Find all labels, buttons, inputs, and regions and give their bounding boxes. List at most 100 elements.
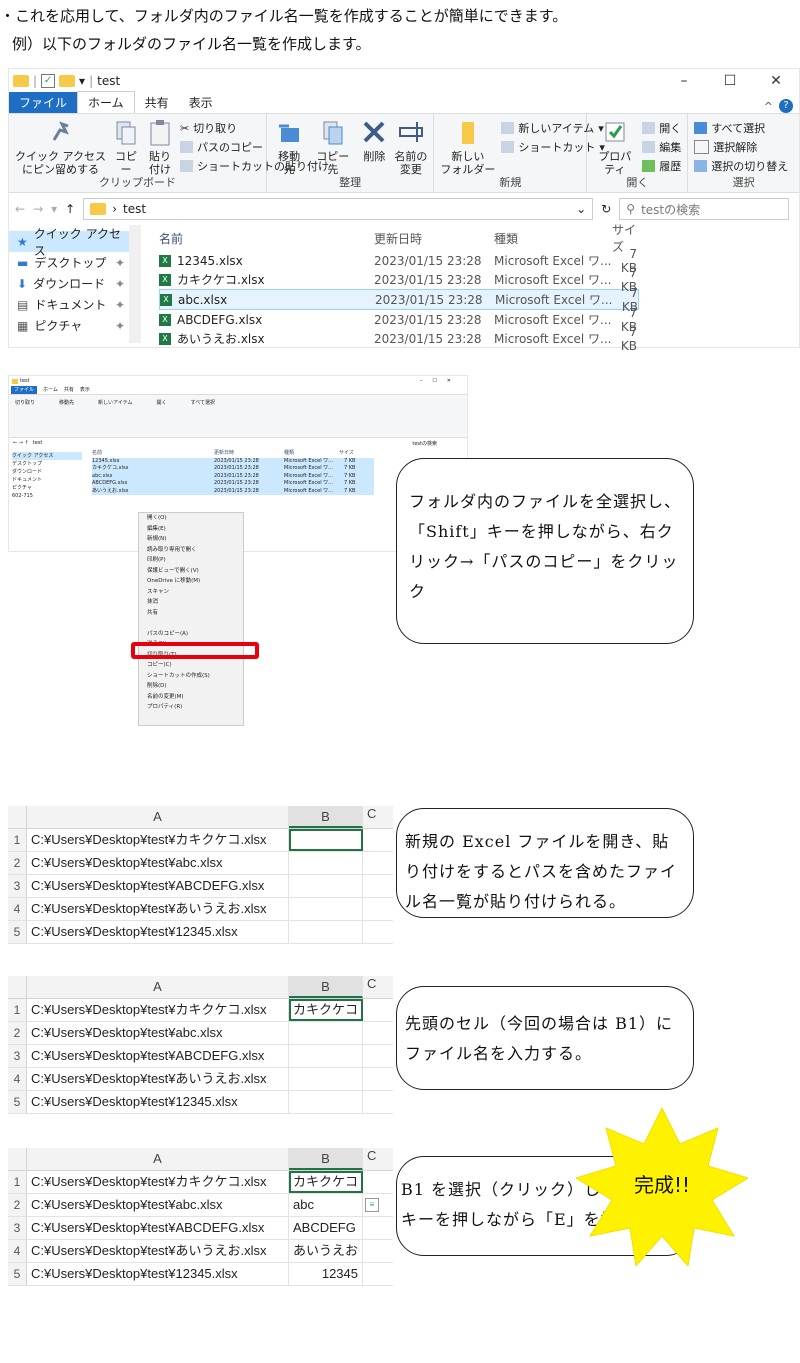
copy-button[interactable]: コピー bbox=[112, 118, 140, 176]
move-to-button[interactable]: 移動先 bbox=[273, 118, 305, 176]
nav-item-pictures[interactable]: ▦ ピクチャ ✦ bbox=[9, 315, 129, 336]
menu-item[interactable] bbox=[139, 618, 243, 629]
column-header-a[interactable]: A bbox=[27, 1148, 289, 1170]
menu-item[interactable]: 抹消 bbox=[139, 597, 243, 608]
select-none-button[interactable]: 選択解除 bbox=[694, 139, 788, 155]
column-header-c[interactable]: C bbox=[363, 976, 393, 998]
cell-a3[interactable]: C:¥Users¥Desktop¥test¥ABCDEFG.xlsx bbox=[27, 875, 289, 897]
cell-a3[interactable]: C:¥Users¥Desktop¥test¥ABCDEFG.xlsx bbox=[27, 1217, 289, 1239]
menu-item-copy-path[interactable]: パスのコピー(A) bbox=[139, 629, 243, 640]
back-icon[interactable]: ← bbox=[15, 202, 25, 216]
up-icon[interactable]: ↑ bbox=[65, 202, 75, 216]
tab-home[interactable]: ホーム bbox=[77, 91, 135, 113]
pin-button[interactable]: クイック アクセス にピン留めする bbox=[15, 118, 106, 176]
minimize-button[interactable]: – bbox=[661, 73, 707, 89]
cell-a1[interactable]: C:¥Users¥Desktop¥test¥カキクケコ.xlsx bbox=[27, 999, 289, 1021]
tab-view[interactable]: 表示 bbox=[179, 92, 223, 113]
cell-b3[interactable]: ABCDEFG bbox=[289, 1217, 363, 1239]
select-all-button[interactable]: すべて選択 bbox=[694, 120, 788, 136]
select-all-corner[interactable] bbox=[8, 1148, 27, 1170]
cell-a3[interactable]: C:¥Users¥Desktop¥test¥ABCDEFG.xlsx bbox=[27, 1045, 289, 1067]
file-row[interactable]: X カキクケコ.xlsx 2023/01/15 23:28 Microsoft Exc… bbox=[159, 266, 799, 294]
column-header-b[interactable]: B bbox=[289, 1148, 363, 1170]
address-bar[interactable]: › test ⌄ bbox=[83, 198, 594, 220]
search-input[interactable]: ⚲ testの検索 bbox=[619, 198, 790, 220]
history-button[interactable]: 履歴 bbox=[642, 158, 681, 174]
cell-a1[interactable]: C:¥Users¥Desktop¥test¥カキクケコ.xlsx bbox=[27, 829, 289, 851]
cell-a4[interactable]: C:¥Users¥Desktop¥test¥あいうえお.xlsx bbox=[27, 1240, 289, 1262]
maximize-button[interactable]: ☐ bbox=[707, 73, 753, 89]
column-type[interactable]: 種類 bbox=[494, 230, 612, 247]
cell-a1[interactable]: C:¥Users¥Desktop¥test¥カキクケコ.xlsx bbox=[27, 1171, 289, 1193]
cell-a2[interactable]: C:¥Users¥Desktop¥test¥abc.xlsx bbox=[27, 1194, 289, 1216]
nav-scrollbar[interactable] bbox=[129, 225, 141, 343]
column-header-a[interactable]: A bbox=[27, 806, 289, 828]
tab-share[interactable]: 共有 bbox=[135, 92, 179, 113]
invert-selection-button[interactable]: 選択の切り替え bbox=[694, 158, 788, 174]
cell-b2[interactable]: abc bbox=[289, 1194, 363, 1216]
menu-item[interactable]: 編集(E) bbox=[139, 524, 243, 535]
copy-to-button[interactable]: コピー先 bbox=[311, 118, 354, 176]
menu-item[interactable]: 新規(N) bbox=[139, 534, 243, 545]
recent-dropdown-icon[interactable]: ▾ bbox=[51, 202, 57, 216]
cell-b3[interactable] bbox=[289, 875, 363, 897]
menu-item[interactable]: 削除(D) bbox=[139, 681, 243, 692]
new-folder-button[interactable]: 新しい フォルダー bbox=[440, 118, 495, 176]
paste-button[interactable]: 貼り付け bbox=[146, 118, 174, 176]
select-all-corner[interactable] bbox=[8, 976, 27, 998]
cell-a5[interactable]: C:¥Users¥Desktop¥test¥12345.xlsx bbox=[27, 1091, 289, 1113]
properties-button[interactable]: プロパティ bbox=[593, 118, 636, 176]
file-row-selected[interactable]: Xabc.xlsx 2023/01/15 23:28 Microsoft Excel… bbox=[159, 286, 639, 314]
new-folder-icon[interactable] bbox=[59, 75, 76, 87]
menu-item[interactable]: 印刷(P) bbox=[139, 555, 243, 566]
chevron-down-icon[interactable]: ⌄ bbox=[576, 202, 586, 216]
cell-b5[interactable]: 12345 bbox=[289, 1263, 363, 1285]
column-header-b[interactable]: B bbox=[289, 976, 363, 998]
menu-item[interactable]: OneDrive に移動(M) bbox=[139, 576, 243, 587]
column-header-b[interactable]: B bbox=[289, 806, 363, 828]
cell-b5[interactable] bbox=[289, 921, 363, 943]
cell-a5[interactable]: C:¥Users¥Desktop¥test¥12345.xlsx bbox=[27, 921, 289, 943]
cell-a4[interactable]: C:¥Users¥Desktop¥test¥あいうえお.xlsx bbox=[27, 1068, 289, 1090]
delete-button[interactable]: 削除 bbox=[360, 118, 388, 163]
cell-a2[interactable]: C:¥Users¥Desktop¥test¥abc.xlsx bbox=[27, 1022, 289, 1044]
tab-file[interactable]: ファイル bbox=[9, 92, 78, 113]
open-button[interactable]: 開く bbox=[642, 120, 681, 136]
qat-dropdown-icon[interactable]: ▾ bbox=[79, 74, 85, 88]
file-row[interactable]: X ABCDEFG.xlsx 2023/01/15 23:28 Microsoft E… bbox=[159, 306, 799, 334]
cell-b1[interactable]: カキクケコ bbox=[289, 1171, 363, 1193]
menu-item[interactable]: 開く(O) bbox=[139, 513, 243, 524]
properties-checkbox-icon[interactable]: ✓ bbox=[41, 74, 56, 88]
nav-item-downloads[interactable]: ⬇ ダウンロード ✦ bbox=[9, 273, 129, 294]
refresh-icon[interactable]: ↻ bbox=[601, 202, 611, 216]
flash-fill-options-icon[interactable]: ≡ bbox=[365, 1198, 379, 1212]
menu-item[interactable]: 名前の変更(M) bbox=[139, 692, 243, 703]
menu-item[interactable]: プロパティ(R) bbox=[139, 702, 243, 713]
cell-a5[interactable]: C:¥Users¥Desktop¥test¥12345.xlsx bbox=[27, 1263, 289, 1285]
column-name[interactable]: 名前 bbox=[159, 230, 374, 247]
cell-b1[interactable] bbox=[289, 829, 363, 851]
menu-item[interactable]: 保護ビューで開く(V) bbox=[139, 566, 243, 577]
cell-b4[interactable] bbox=[289, 1068, 363, 1090]
help-icon[interactable]: ? bbox=[779, 99, 793, 113]
cell-a4[interactable]: C:¥Users¥Desktop¥test¥あいうえお.xlsx bbox=[27, 898, 289, 920]
edit-button[interactable]: 編集 bbox=[642, 139, 681, 155]
forward-icon[interactable]: → bbox=[33, 202, 43, 216]
cell-b2[interactable] bbox=[289, 852, 363, 874]
file-row[interactable]: X 12345.xlsx 2023/01/15 23:28 Microsoft Exc… bbox=[159, 247, 799, 275]
menu-item[interactable]: コピー(C) bbox=[139, 660, 243, 671]
select-all-corner[interactable] bbox=[8, 806, 27, 828]
column-header-a[interactable]: A bbox=[27, 976, 289, 998]
cell-a2[interactable]: C:¥Users¥Desktop¥test¥abc.xlsx bbox=[27, 852, 289, 874]
menu-item[interactable]: スキャン bbox=[139, 587, 243, 598]
menu-item[interactable]: ショートカットの作成(S) bbox=[139, 671, 243, 682]
cell-b4[interactable] bbox=[289, 898, 363, 920]
cell-b1[interactable]: カキクケコ bbox=[289, 999, 363, 1021]
column-header-c[interactable]: C bbox=[363, 806, 393, 828]
close-button[interactable]: ✕ bbox=[753, 73, 799, 89]
cell-b3[interactable] bbox=[289, 1045, 363, 1067]
menu-item[interactable]: 読み取り専用で開く bbox=[139, 545, 243, 556]
cell-b5[interactable] bbox=[289, 1091, 363, 1113]
cell-b4[interactable]: あいうえお bbox=[289, 1240, 363, 1262]
ribbon-collapse-icon[interactable]: ^ bbox=[764, 100, 773, 113]
